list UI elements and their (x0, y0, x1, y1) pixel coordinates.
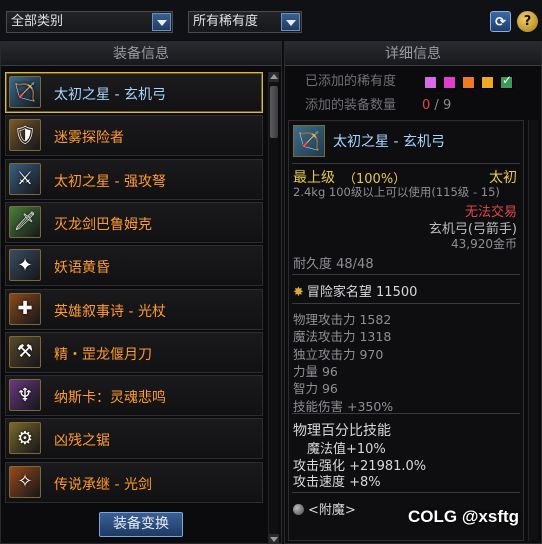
enchant-label: <附魔> (308, 503, 356, 518)
rarity-swatch-primeval[interactable] (481, 76, 494, 89)
equipment-name: 凶残之锯 (54, 433, 110, 450)
equipment-name: 灭龙剑巴鲁姆克 (54, 216, 152, 233)
item-name: 太初之星 - 玄机弓 (333, 134, 445, 150)
rarity-added-label: 已添加的稀有度 (305, 74, 397, 89)
equipment-count: 0 / 9 (422, 97, 451, 115)
equipment-icon: ♆ (9, 379, 41, 412)
skill-title: 物理百分比技能 (293, 423, 391, 439)
equipment-count-label: 添加的装备数量 (305, 98, 397, 113)
equipment-icon: 🏹 (9, 76, 41, 108)
equipment-glyph-icon: ⚙ (16, 427, 34, 449)
equipment-icon: ⚒ (9, 335, 41, 368)
chevron-down-icon[interactable] (281, 13, 300, 31)
equipment-list-panel: 装备信息 🏹 太初之星 - 玄机弓 🛡 迷雾探险者 ⚔ 太初之星 - 强攻弩 🗡 灭龙剑巴鲁姆… (0, 41, 282, 544)
equipment-icon: 🗡 (9, 205, 41, 238)
divider (292, 303, 520, 304)
enchant-row: <附魔> (293, 499, 356, 518)
list-scrollbar[interactable] (268, 72, 279, 544)
filter-bar: 全部类别 所有稀有度 ⟳ ? (0, 0, 542, 40)
equipment-glyph-icon: 🏹 (13, 81, 37, 103)
divider (292, 274, 520, 275)
rarity-swatch-mythic[interactable] (462, 76, 475, 89)
equipment-swap-button[interactable]: 装备变换 (99, 512, 183, 537)
scroll-down-arrow-icon[interactable] (269, 534, 279, 544)
item-durability: 耐久度 48/48 (293, 257, 374, 272)
rarity-select[interactable]: 所有稀有度 (188, 11, 302, 33)
equipment-name: 纳斯卡：灵魂悲鸣 (54, 390, 166, 407)
item-weight-level: 2.4kg 100级以上可以使用(115级 - 15) (293, 185, 500, 199)
divider (292, 492, 520, 493)
scroll-up-arrow-icon[interactable] (269, 72, 279, 82)
equipment-name: 妖语黄昏 (54, 260, 110, 277)
item-price: 43,920金币 (451, 237, 517, 251)
item-stat: 智力 96 (293, 381, 338, 397)
equipment-glyph-icon: ♆ (16, 384, 34, 406)
item-stat: 力量 96 (293, 363, 338, 379)
item-stat: 魔法攻击力 1318 (293, 329, 392, 345)
equipment-glyph-icon: ⚔ (16, 168, 34, 190)
enchant-orb-icon (293, 504, 304, 515)
equipment-list-item[interactable]: 🛡 迷雾探险者 (5, 115, 263, 157)
item-stat: 技能伤害 +350% (293, 398, 394, 414)
equipment-glyph-icon: ⚒ (16, 341, 34, 363)
equipment-name: 传说承继 - 光剑 (54, 476, 152, 493)
detail-panel: 详细信息 已添加的稀有度 添加的装备数量 0 / 9 🏹 太初之星 - 玄机弓 … (284, 41, 542, 544)
equipment-icon: ✦ (9, 249, 41, 282)
equipment-list-item[interactable]: ⚙ 凶残之锯 (5, 418, 263, 460)
equipment-list-item[interactable]: 🗡 灭龙剑巴鲁姆克 (5, 201, 263, 243)
equipment-list-title: 装备信息 (1, 42, 281, 66)
equipment-icon: 🛡 (9, 119, 41, 152)
equipment-name: 太初之星 - 强攻弩 (54, 173, 166, 190)
equipment-name: 太初之星 - 玄机弓 (54, 87, 166, 103)
category-select-value: 全部类别 (11, 14, 64, 29)
equipment-list-item[interactable]: ⚔ 太初之星 - 强攻弩 (5, 158, 263, 200)
equipment-icon: ✚ (9, 292, 41, 325)
equipment-icon: ✧ (9, 465, 41, 498)
item-fame: ✸ 冒险家名望 11500 (293, 281, 417, 300)
equipment-icon: ⚔ (9, 162, 41, 195)
rarity-swatch-legendary[interactable] (424, 76, 437, 89)
item-stat: 物理攻击力 1582 (293, 312, 392, 327)
item-stat: 独立攻击力 970 (293, 346, 384, 362)
equipment-list-item[interactable]: ✧ 传说承继 - 光剑 (5, 461, 263, 503)
equipment-list-item[interactable]: ✦ 妖语黄昏 (5, 245, 263, 287)
equipment-count-current: 0 (422, 98, 431, 113)
scroll-thumb[interactable] (270, 86, 278, 138)
equipment-glyph-icon: 🗡 (13, 211, 37, 233)
help-icon[interactable]: ? (517, 11, 538, 32)
equipment-count-separator: / (434, 98, 439, 113)
rarity-swatch-check-icon[interactable] (500, 73, 513, 89)
equipment-list-item[interactable]: ✚ 英雄叙事诗 - 光杖 (5, 288, 263, 330)
refresh-icon[interactable]: ⟳ (490, 11, 511, 32)
rarity-swatch-epic[interactable] (443, 76, 456, 89)
equipment-glyph-icon: ✦ (17, 254, 33, 276)
detail-scrollbar[interactable] (528, 120, 538, 541)
fame-icon: ✸ (293, 285, 304, 300)
category-select[interactable]: 全部类别 (6, 11, 173, 33)
chevron-down-icon[interactable] (152, 13, 171, 31)
rarity-select-value: 所有稀有度 (193, 14, 259, 29)
equipment-list-item[interactable]: 🏹 太初之星 - 玄机弓 (5, 72, 263, 113)
equipment-glyph-icon: ✚ (17, 298, 33, 319)
equipment-count-max: 9 (442, 98, 452, 113)
item-detail-box: 🏹 太初之星 - 玄机弓 最上级 （100%） 太初 2.4kg 100级以上可… (288, 120, 524, 541)
item-fame-text: 冒险家名望 11500 (306, 285, 418, 300)
equipment-name: 迷雾探险者 (54, 130, 124, 147)
equipment-glyph-icon: ✧ (17, 471, 33, 493)
equipment-name: 英雄叙事诗 - 光杖 (54, 303, 166, 320)
equipment-list-item[interactable]: ♆ 纳斯卡：灵魂悲鸣 (5, 375, 263, 417)
equipment-list-item[interactable]: ⚒ 精・罡龙偃月刀 (5, 331, 263, 373)
skill-line: 攻击速度 +8% (293, 475, 381, 490)
bow-icon: 🏹 (293, 125, 325, 157)
watermark: COLG @xsftg (408, 507, 520, 526)
equipment-name: 精・罡龙偃月刀 (54, 346, 152, 363)
divider (292, 413, 520, 414)
detail-panel-title: 详细信息 (285, 42, 541, 66)
divider (292, 163, 520, 164)
equipment-icon: ⚙ (9, 422, 41, 455)
equipment-glyph-icon: 🛡 (13, 124, 37, 146)
